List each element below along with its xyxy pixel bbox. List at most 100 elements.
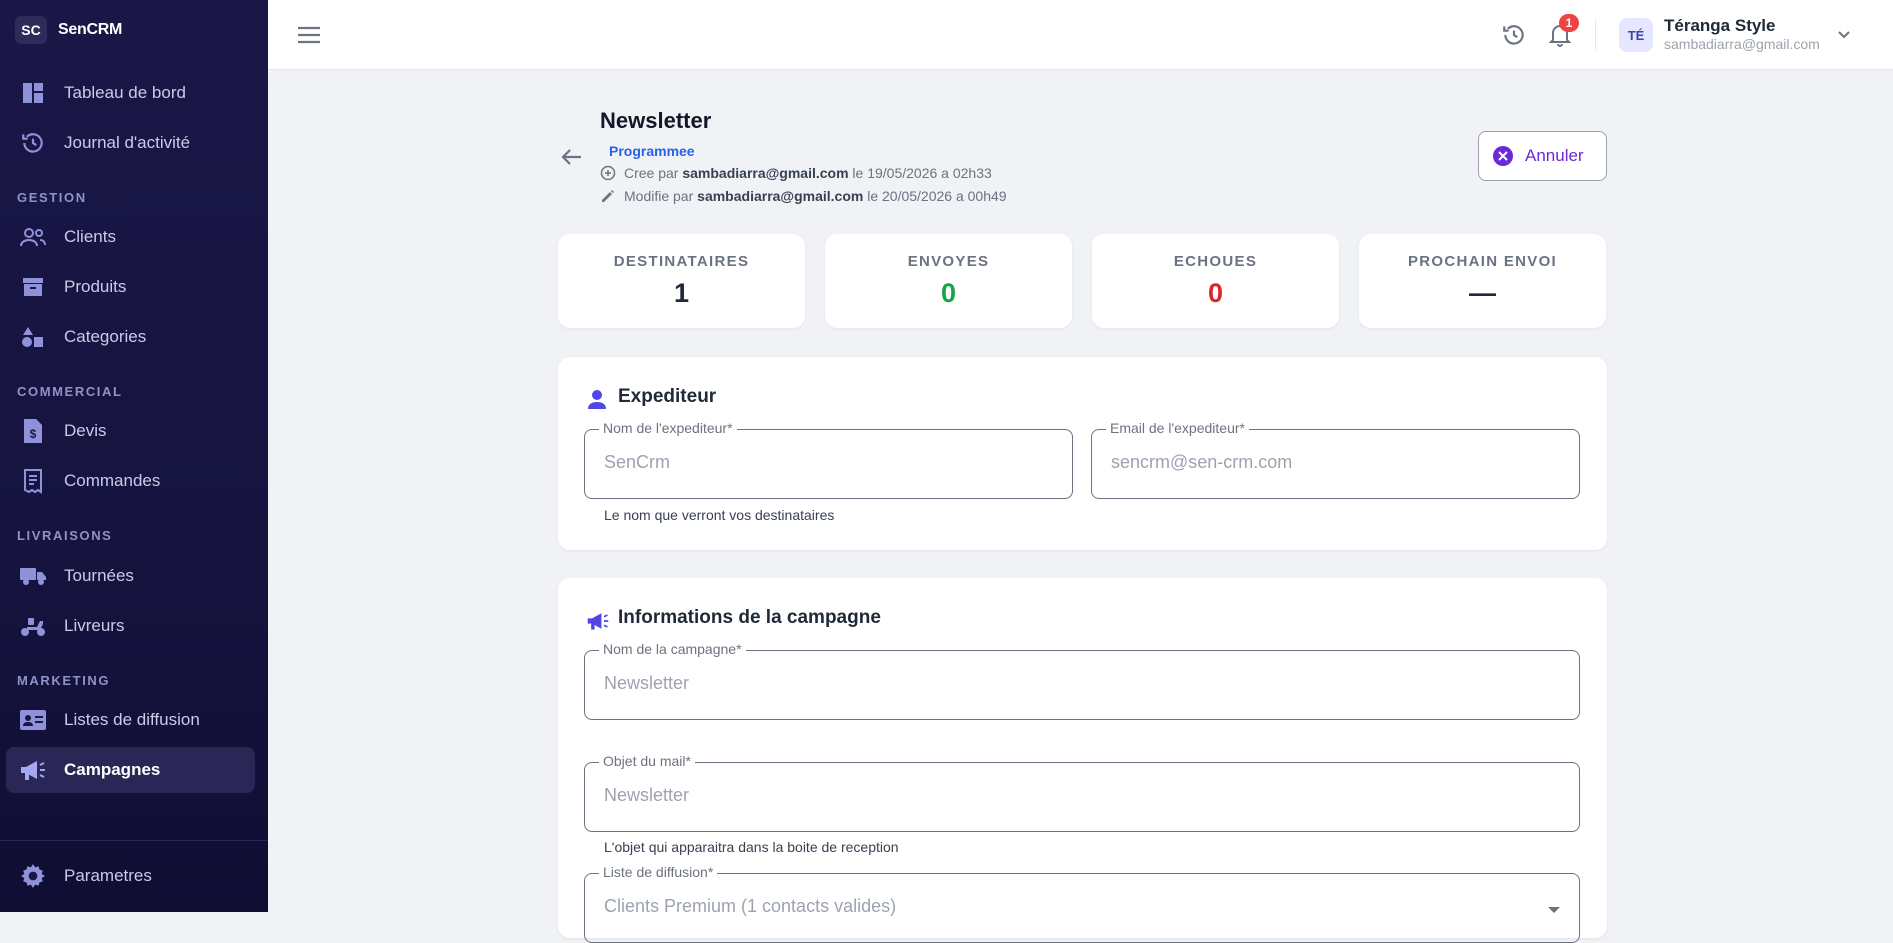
sidebar-item-tableau-de-bord[interactable]: Tableau de bord xyxy=(6,70,255,116)
sidebar-item-label: Clients xyxy=(64,227,116,246)
pencil-icon xyxy=(602,190,614,202)
gear-icon xyxy=(18,863,48,889)
avatar[interactable]: TÉ xyxy=(1619,18,1653,52)
sidebar-item-tournees[interactable]: Tournées xyxy=(6,553,255,599)
scooter-icon xyxy=(18,613,48,639)
modified-date: le 20/05/2026 a 00h49 xyxy=(867,188,1007,204)
field-label: Liste de diffusion* xyxy=(599,864,718,880)
field-value: Newsletter xyxy=(604,673,690,693)
sidebar-item-listes-de-diffusion[interactable]: Listes de diffusion xyxy=(6,697,255,743)
users-icon xyxy=(18,224,48,250)
sidebar-item-campagnes[interactable]: Campagnes xyxy=(6,747,255,793)
menu-icon[interactable] xyxy=(296,22,322,48)
field-label: Nom de la campagne* xyxy=(599,641,746,657)
stat-label: DESTINATAIRES xyxy=(613,253,750,270)
receipt-icon xyxy=(18,468,48,494)
created-prefix: Cree par xyxy=(624,165,679,181)
history-button[interactable] xyxy=(1501,22,1527,48)
close-circle-icon xyxy=(1493,146,1513,166)
truck-icon xyxy=(18,563,48,589)
sidebar-item-devis[interactable]: $ Devis xyxy=(6,408,255,454)
stat-value: 0 xyxy=(940,278,957,308)
mail-subject-field[interactable]: Objet du mail* Newsletter xyxy=(584,753,1580,832)
field-value: SenCrm xyxy=(604,452,671,472)
history-icon xyxy=(18,130,48,156)
sender-card: Expediteur Nom de l'expediteur* SenCrm L… xyxy=(558,357,1607,550)
sidebar-item-label: Tournées xyxy=(64,566,134,585)
campaign-name-field[interactable]: Nom de la campagne* Newsletter xyxy=(584,641,1580,720)
sidebar-item-commandes[interactable]: Commandes xyxy=(6,458,255,504)
sidebar-item-clients[interactable]: Clients xyxy=(6,214,255,260)
card-title: Informations de la campagne xyxy=(618,607,881,628)
sidebar: SC SenCRM Tableau de bord Journal d'acti… xyxy=(0,0,268,912)
stat-value: — xyxy=(1469,278,1496,308)
section-livraisons: LIVRAISONS xyxy=(17,528,113,543)
sidebar-item-label: Tableau de bord xyxy=(64,83,186,102)
invoice-icon: $ xyxy=(18,418,48,444)
topbar-divider xyxy=(1595,20,1596,50)
brand-badge: SC xyxy=(15,16,47,44)
sidebar-item-label: Categories xyxy=(64,327,147,346)
sidebar-item-label: Parametres xyxy=(64,866,152,885)
sidebar-item-livreurs[interactable]: Livreurs xyxy=(6,603,255,649)
person-icon xyxy=(586,388,608,410)
contact-card-icon xyxy=(18,707,48,733)
field-helper: Le nom que verront vos destinataires xyxy=(604,507,835,523)
section-marketing: MARKETING xyxy=(17,673,111,688)
categories-icon xyxy=(18,324,48,350)
status-badge: Programmee xyxy=(609,143,695,159)
section-commercial: COMMERCIAL xyxy=(17,384,123,399)
megaphone-icon xyxy=(18,757,48,783)
history-icon xyxy=(1503,25,1524,45)
modified-by: sambadiarra@gmail.com xyxy=(697,188,864,204)
sender-email-field[interactable]: Email de l'expediteur* sencrm@sen-crm.co… xyxy=(1091,420,1580,499)
chevron-down-icon[interactable] xyxy=(1836,26,1852,42)
cancel-button[interactable]: Annuler xyxy=(1478,131,1607,181)
archive-icon xyxy=(18,274,48,300)
created-date: le 19/05/2026 a 02h33 xyxy=(852,165,992,181)
sidebar-item-journal[interactable]: Journal d'activité xyxy=(6,120,255,166)
sidebar-item-label: Livreurs xyxy=(64,616,125,635)
svg-text:$: $ xyxy=(30,427,37,441)
chevron-down-icon xyxy=(1547,902,1561,920)
sidebar-item-label: Campagnes xyxy=(64,760,161,779)
megaphone-icon xyxy=(586,610,609,632)
plus-circle-icon xyxy=(600,165,616,181)
section-gestion: GESTION xyxy=(17,190,87,205)
sidebar-divider xyxy=(0,840,268,841)
stat-value: 1 xyxy=(673,278,690,308)
stat-card-echoues: ECHOUES 0 xyxy=(1092,234,1339,328)
stat-label: PROCHAIN ENVOI xyxy=(1407,253,1558,270)
created-meta: Cree par sambadiarra@gmail.com le 19/05/… xyxy=(600,165,992,181)
stat-card-destinataires: DESTINATAIRES 1 xyxy=(558,234,805,328)
stat-card-envoyes: ENVOYES 0 xyxy=(825,234,1072,328)
stat-card-prochain-envoi: PROCHAIN ENVOI — xyxy=(1359,234,1606,328)
field-label: Objet du mail* xyxy=(599,753,695,769)
notification-badge: 1 xyxy=(1559,14,1579,32)
sidebar-item-label: Commandes xyxy=(64,471,161,490)
modified-prefix: Modifie par xyxy=(624,188,694,204)
user-name[interactable]: Téranga Style xyxy=(1664,16,1776,36)
dashboard-icon xyxy=(18,80,48,106)
brand-name: SenCRM xyxy=(58,21,122,38)
sender-name-field[interactable]: Nom de l'expediteur* SenCrm xyxy=(584,420,1073,499)
sidebar-item-label: Journal d'activité xyxy=(64,133,191,152)
field-value: Clients Premium (1 contacts valides) xyxy=(604,896,897,916)
field-value: sencrm@sen-crm.com xyxy=(1111,452,1293,472)
sidebar-item-parametres[interactable]: Parametres xyxy=(6,853,255,899)
created-by: sambadiarra@gmail.com xyxy=(682,165,849,181)
mailing-list-select[interactable]: Liste de diffusion* Clients Premium (1 c… xyxy=(584,864,1580,943)
card-title: Expediteur xyxy=(618,386,717,407)
sidebar-item-categories[interactable]: Categories xyxy=(6,314,255,360)
stat-label: ENVOYES xyxy=(907,253,990,270)
modified-meta: Modifie par sambadiarra@gmail.com le 20/… xyxy=(600,188,1007,204)
field-helper: L'objet qui apparaitra dans la boite de … xyxy=(604,839,899,855)
user-email: sambadiarra@gmail.com xyxy=(1664,36,1820,52)
sidebar-item-label: Listes de diffusion xyxy=(64,710,200,729)
field-label: Email de l'expediteur* xyxy=(1106,420,1249,436)
brand[interactable]: SC SenCRM xyxy=(15,16,122,44)
cancel-label: Annuler xyxy=(1525,146,1584,165)
back-arrow-icon[interactable] xyxy=(559,144,585,170)
sidebar-item-produits[interactable]: Produits xyxy=(6,264,255,310)
page-title: Newsletter xyxy=(600,108,712,133)
